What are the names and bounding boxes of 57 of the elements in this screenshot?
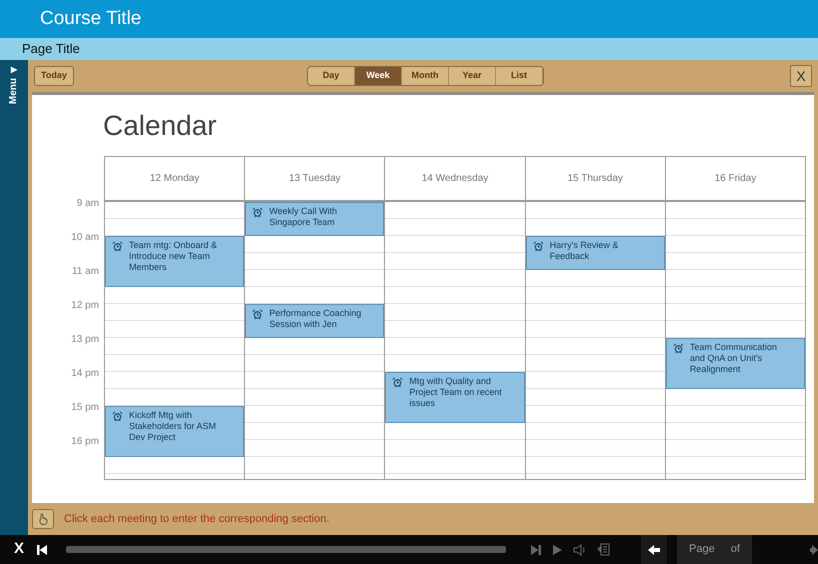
- time-label: 9 am: [76, 197, 99, 208]
- time-label: 15 pm: [71, 401, 99, 412]
- of-label: of: [730, 542, 740, 558]
- alarm-clock-icon: [252, 309, 264, 320]
- close-button[interactable]: X: [790, 65, 812, 87]
- progress-track[interactable]: [66, 546, 506, 553]
- meeting-title: Performance Coaching Session with Jen: [269, 308, 362, 330]
- time-label: 14 pm: [71, 367, 99, 378]
- volume-icon[interactable]: [573, 544, 587, 556]
- page-title-bar: Page Title: [0, 38, 818, 60]
- meeting-event[interactable]: Team Communication and QnA on Unit's Realignment: [666, 338, 806, 389]
- instruction-text: Click each meeting to enter the corresponding section.: [64, 512, 330, 527]
- alarm-clock-icon: [112, 241, 123, 252]
- meeting-title: Team Communication and QnA on Unit's Realignment: [690, 342, 778, 375]
- previous-page-icon[interactable]: [647, 544, 661, 556]
- day-header: 15 Thursday: [526, 157, 665, 202]
- course-title-bar: Course Title: [0, 0, 818, 38]
- meeting-event[interactable]: Performance Coaching Session with Jen: [245, 304, 384, 338]
- meeting-event[interactable]: Mtg with Quality and Project Team on recent issues: [385, 372, 525, 423]
- time-label: 16 pm: [71, 435, 99, 446]
- alarm-clock-icon: [112, 411, 123, 422]
- expand-triangle-icon: ▶: [11, 66, 17, 74]
- alarm-clock-icon: [532, 241, 544, 252]
- time-label: 10 am: [71, 231, 99, 242]
- time-label: 12 pm: [71, 299, 99, 310]
- transcript-icon[interactable]: [597, 543, 611, 556]
- skip-back-icon[interactable]: [36, 544, 48, 556]
- meeting-event[interactable]: Harry's Review & Feedback: [526, 236, 665, 270]
- meeting-title: Kickoff Mtg with Stakeholders for ASM Dev Project: [129, 410, 218, 443]
- alarm-clock-icon: [672, 343, 684, 354]
- next-page-icon[interactable]: [810, 544, 818, 556]
- day-header: 16 Friday: [666, 157, 806, 202]
- page-indicator-field[interactable]: Page of: [677, 535, 752, 564]
- meeting-event[interactable]: Weekly Call With Singapore Team: [245, 202, 384, 236]
- meeting-title: Harry's Review & Feedback: [550, 240, 620, 262]
- meeting-event[interactable]: Team mtg: Onboard & Introduce new Team Members: [105, 236, 244, 287]
- skip-forward-icon[interactable]: [530, 544, 542, 556]
- time-label: 13 pm: [71, 333, 99, 344]
- calendar-title: Calendar: [102, 109, 218, 143]
- day-header: 14 Wednesday: [385, 157, 525, 202]
- view-tab[interactable]: List: [496, 67, 543, 85]
- exit-button[interactable]: X: [12, 538, 26, 561]
- time-label: 11 am: [72, 265, 99, 276]
- meeting-title: Team mtg: Onboard & Introduce new Team Members: [129, 240, 218, 273]
- meeting-title: Mtg with Quality and Project Team on recent issues: [409, 376, 503, 409]
- meeting-event[interactable]: Kickoff Mtg with Stakeholders for ASM Dev Project: [105, 406, 244, 457]
- view-tab[interactable]: Week: [355, 67, 402, 85]
- play-icon[interactable]: [552, 544, 563, 556]
- view-tab[interactable]: Month: [402, 67, 449, 85]
- hand-pointer-icon: [32, 509, 54, 529]
- view-tab[interactable]: Year: [449, 67, 496, 85]
- today-button[interactable]: Today: [34, 66, 74, 86]
- alarm-clock-icon: [392, 377, 404, 388]
- day-header: 12 Monday: [105, 157, 244, 202]
- page-label: Page: [689, 542, 715, 558]
- meeting-title: Weekly Call With Singapore Team: [269, 206, 338, 228]
- alarm-clock-icon: [252, 207, 264, 218]
